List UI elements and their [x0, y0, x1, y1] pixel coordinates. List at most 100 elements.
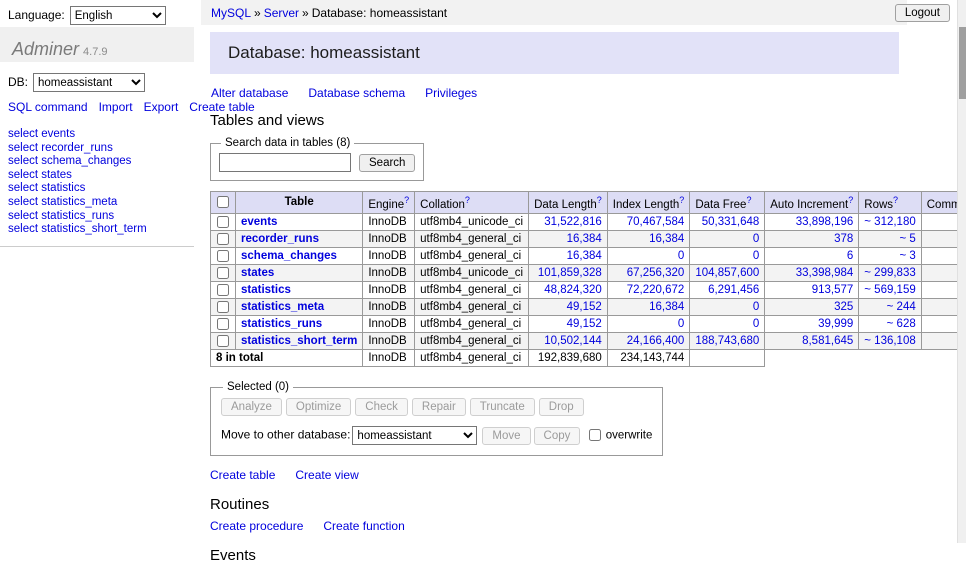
db-link-database-schema[interactable]: Database schema: [308, 86, 405, 100]
help-icon[interactable]: ?: [893, 195, 898, 205]
row-checkbox[interactable]: [217, 267, 229, 279]
drop-button[interactable]: Drop: [539, 398, 584, 416]
data-length-link[interactable]: 48,824,320: [544, 284, 602, 296]
data-free-link[interactable]: 104,857,600: [695, 267, 759, 279]
check-button[interactable]: Check: [355, 398, 408, 416]
auto-increment-link[interactable]: 6: [847, 250, 853, 262]
rows-link[interactable]: ~ 628: [887, 318, 916, 330]
row-checkbox[interactable]: [217, 335, 229, 347]
rows-link[interactable]: ~ 136,108: [864, 335, 915, 347]
rows-link[interactable]: ~ 3: [899, 250, 915, 262]
data-length-link[interactable]: 49,152: [567, 301, 602, 313]
help-icon[interactable]: ?: [746, 195, 751, 205]
overwrite-checkbox[interactable]: [589, 429, 601, 441]
link-create-table[interactable]: Create table: [210, 468, 275, 482]
sidebar-link-select-states[interactable]: select states: [8, 169, 72, 181]
search-input[interactable]: [219, 153, 351, 172]
row-checkbox[interactable]: [217, 301, 229, 313]
index-length-link[interactable]: 0: [678, 318, 684, 330]
table-link-events[interactable]: events: [241, 216, 277, 228]
index-length-link[interactable]: 72,220,672: [627, 284, 685, 296]
row-checkbox[interactable]: [217, 284, 229, 296]
data-length-link[interactable]: 16,384: [567, 233, 602, 245]
row-checkbox[interactable]: [217, 233, 229, 245]
sidebar-link-select-schema-changes[interactable]: select schema_changes: [8, 155, 131, 167]
help-icon[interactable]: ?: [465, 195, 470, 205]
data-length-link[interactable]: 16,384: [567, 250, 602, 262]
index-length-link[interactable]: 70,467,584: [627, 216, 685, 228]
sidebar-link-select-statistics-short-term[interactable]: select statistics_short_term: [8, 223, 147, 235]
sidebar-link-select-statistics-runs[interactable]: select statistics_runs: [8, 210, 114, 222]
help-icon[interactable]: ?: [597, 195, 602, 205]
table-link-recorder-runs[interactable]: recorder_runs: [241, 233, 319, 245]
sidebar-link-select-events[interactable]: select events: [8, 128, 75, 140]
data-length-link[interactable]: 31,522,816: [544, 216, 602, 228]
rows-link[interactable]: ~ 312,180: [864, 216, 915, 228]
data-free-link[interactable]: 50,331,648: [702, 216, 760, 228]
row-checkbox[interactable]: [217, 216, 229, 228]
auto-increment-link[interactable]: 378: [834, 233, 853, 245]
sidebar-link-select-statistics[interactable]: select statistics: [8, 182, 85, 194]
auto-increment-link[interactable]: 33,898,196: [796, 216, 854, 228]
sidebar-link-select-statistics-meta[interactable]: select statistics_meta: [8, 196, 117, 208]
db-select[interactable]: homeassistant: [33, 73, 145, 92]
link-create-function[interactable]: Create function: [323, 519, 404, 533]
table-link-statistics-meta[interactable]: statistics_meta: [241, 301, 324, 313]
table-link-statistics[interactable]: statistics: [241, 284, 291, 296]
table-link-statistics-short-term[interactable]: statistics_short_term: [241, 335, 357, 347]
rows-link[interactable]: ~ 299,833: [864, 267, 915, 279]
index-length-link[interactable]: 0: [678, 250, 684, 262]
row-checkbox[interactable]: [217, 250, 229, 262]
menu-action-export[interactable]: Export: [144, 100, 179, 114]
auto-increment-link[interactable]: 8,581,645: [802, 335, 853, 347]
app-logo[interactable]: Adminer: [12, 39, 79, 59]
search-button[interactable]: Search: [359, 154, 415, 172]
scrollbar[interactable]: [957, 0, 966, 543]
analyze-button[interactable]: Analyze: [221, 398, 282, 416]
rows-link[interactable]: ~ 569,159: [864, 284, 915, 296]
auto-increment-link[interactable]: 913,577: [812, 284, 854, 296]
data-length-link[interactable]: 49,152: [567, 318, 602, 330]
copy-button[interactable]: Copy: [534, 427, 581, 445]
data-length-link[interactable]: 101,859,328: [538, 267, 602, 279]
select-all-checkbox[interactable]: [217, 196, 229, 208]
db-link-alter-database[interactable]: Alter database: [211, 86, 288, 100]
language-select[interactable]: English: [70, 6, 166, 25]
repair-button[interactable]: Repair: [412, 398, 466, 416]
table-link-schema-changes[interactable]: schema_changes: [241, 250, 337, 262]
link-create-view[interactable]: Create view: [295, 468, 358, 482]
data-free-link[interactable]: 0: [753, 301, 759, 313]
help-icon[interactable]: ?: [679, 195, 684, 205]
optimize-button[interactable]: Optimize: [286, 398, 351, 416]
help-icon[interactable]: ?: [848, 195, 853, 205]
auto-increment-link[interactable]: 325: [834, 301, 853, 313]
table-link-statistics-runs[interactable]: statistics_runs: [241, 318, 322, 330]
move-button[interactable]: Move: [482, 427, 530, 445]
index-length-link[interactable]: 67,256,320: [627, 267, 685, 279]
auto-increment-link[interactable]: 33,398,984: [796, 267, 854, 279]
data-free-link[interactable]: 188,743,680: [695, 335, 759, 347]
data-free-link[interactable]: 0: [753, 233, 759, 245]
breadcrumb-driver-link[interactable]: MySQL: [211, 6, 251, 20]
index-length-link[interactable]: 16,384: [649, 301, 684, 313]
sidebar-link-select-recorder-runs[interactable]: select recorder_runs: [8, 142, 113, 154]
link-create-procedure[interactable]: Create procedure: [210, 519, 303, 533]
index-length-link[interactable]: 16,384: [649, 233, 684, 245]
help-icon[interactable]: ?: [404, 195, 409, 205]
menu-action-sql-command[interactable]: SQL command: [8, 100, 88, 114]
data-length-link[interactable]: 10,502,144: [544, 335, 602, 347]
row-checkbox[interactable]: [217, 318, 229, 330]
table-link-states[interactable]: states: [241, 267, 274, 279]
db-link-privileges[interactable]: Privileges: [425, 86, 477, 100]
rows-link[interactable]: ~ 244: [887, 301, 916, 313]
move-db-select[interactable]: homeassistant: [352, 426, 477, 445]
auto-increment-link[interactable]: 39,999: [818, 318, 853, 330]
rows-link[interactable]: ~ 5: [899, 233, 915, 245]
index-length-link[interactable]: 24,166,400: [627, 335, 685, 347]
breadcrumb-server-link[interactable]: Server: [264, 6, 299, 20]
logout-button[interactable]: Logout: [895, 4, 950, 22]
menu-action-import[interactable]: Import: [99, 100, 133, 114]
data-free-link[interactable]: 0: [753, 318, 759, 330]
truncate-button[interactable]: Truncate: [470, 398, 535, 416]
overwrite-label[interactable]: overwrite: [606, 430, 653, 442]
